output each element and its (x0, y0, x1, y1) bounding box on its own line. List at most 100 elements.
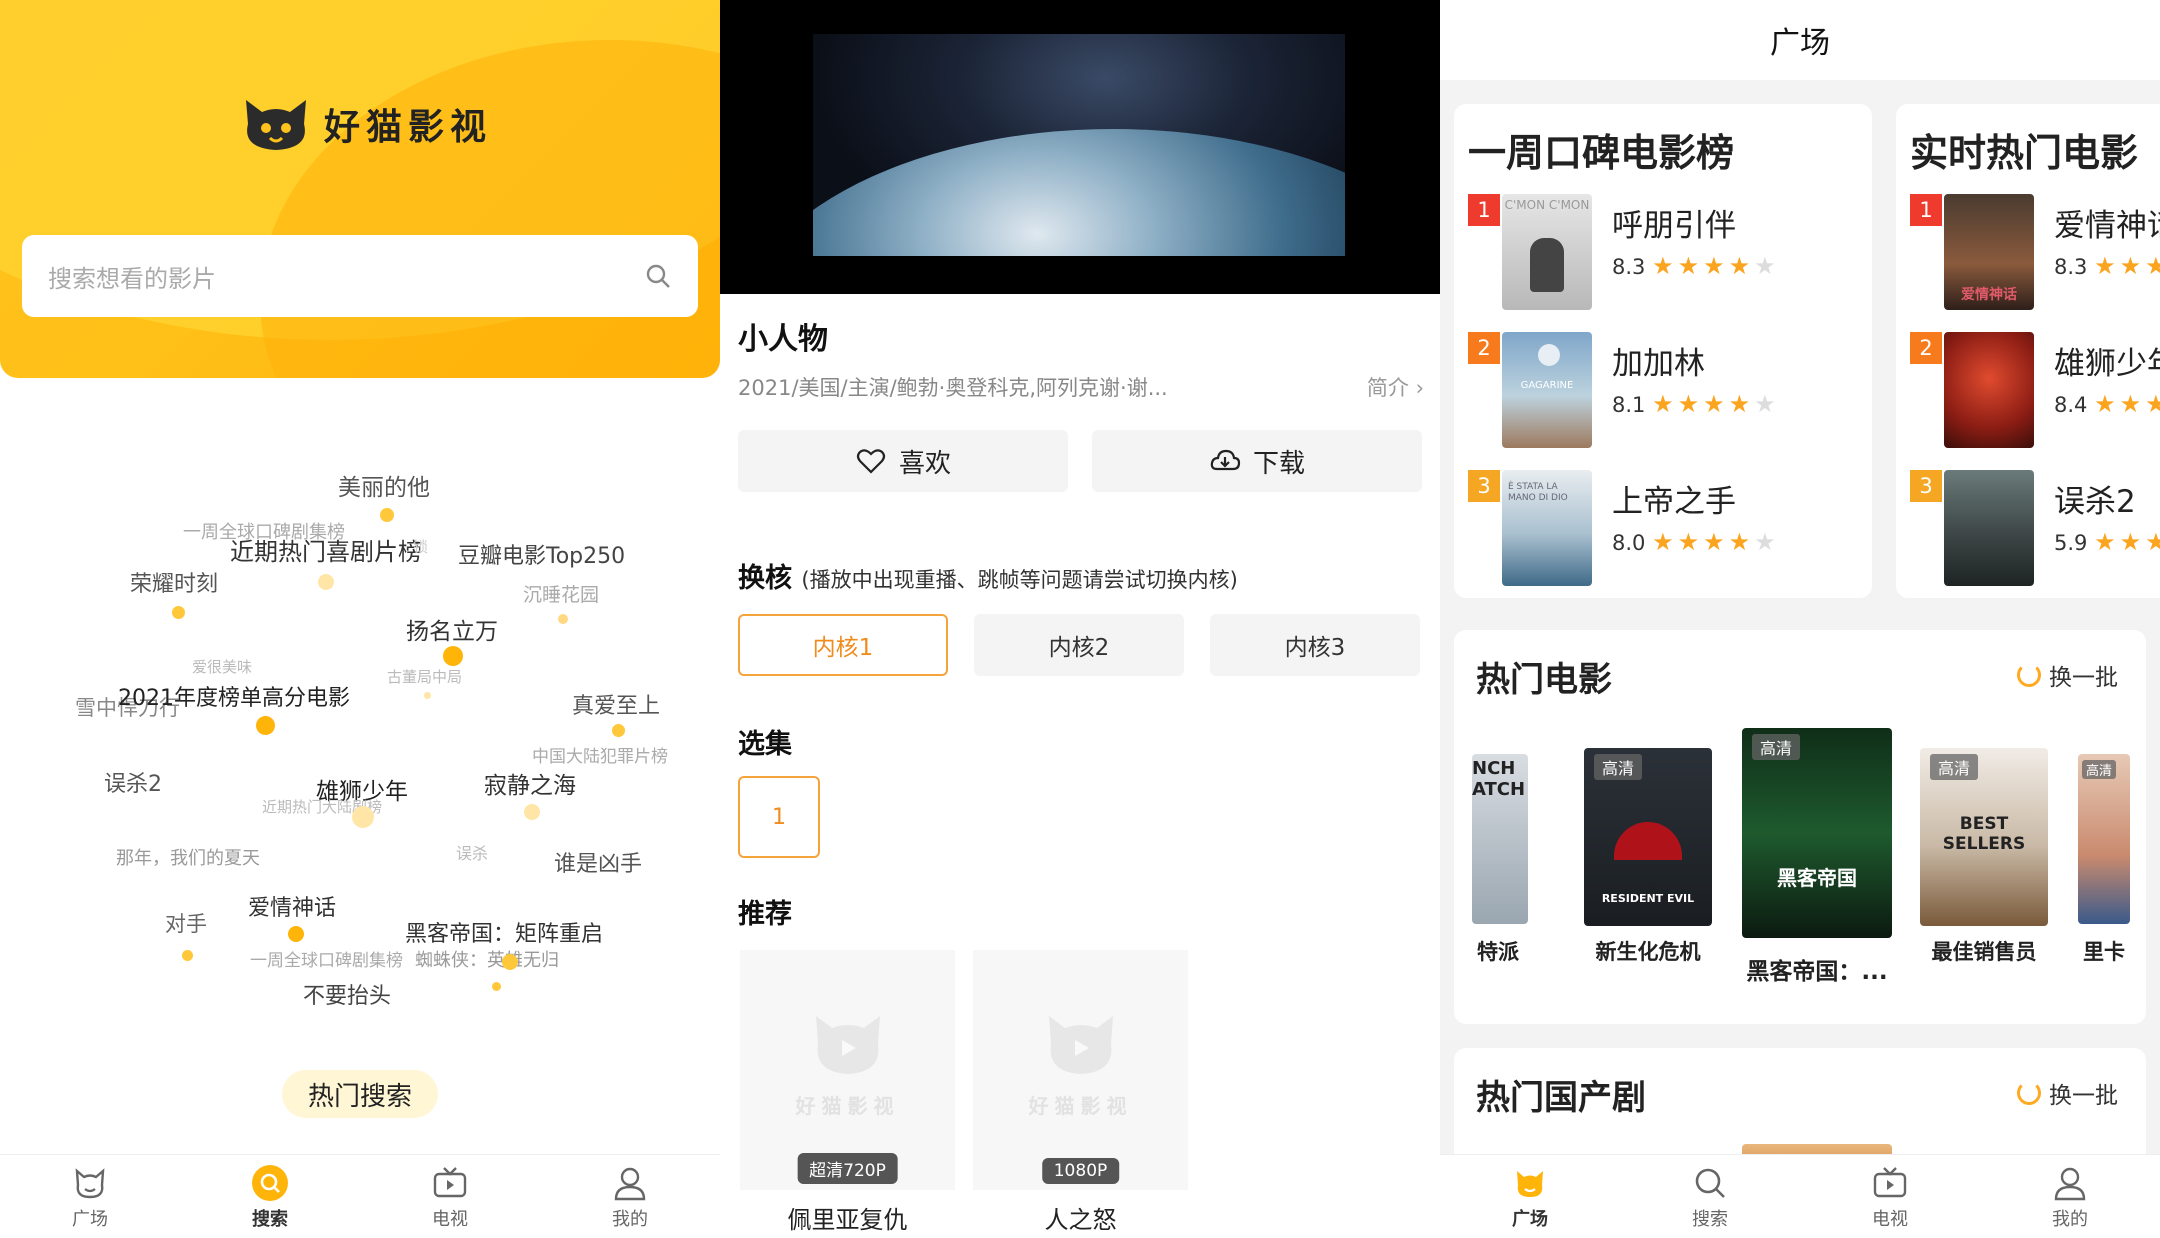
tag-word[interactable]: 锁 (413, 536, 428, 557)
search-input[interactable]: 搜索想看的影片 (22, 235, 698, 317)
tag-word[interactable]: 中国大陆犯罪片榜 (532, 742, 668, 767)
like-button[interactable]: 喜欢 (738, 430, 1068, 492)
movie-poster[interactable]: NCH ATCH (1472, 754, 1528, 924)
placeholder-text: 好猫影视 (1028, 1094, 1133, 1118)
tag-word[interactable]: 对手 (165, 908, 207, 938)
tab-label: 广场 (1512, 1208, 1548, 1230)
video-player[interactable] (720, 0, 1440, 294)
tv-icon (1873, 1166, 1907, 1197)
hd-badge: 高清 (1752, 734, 1801, 760)
intro-link[interactable]: 简介 › (1367, 372, 1424, 402)
movie-name[interactable]: 特派 (1468, 936, 1528, 966)
rank-card-title: 实时热门电影 (1910, 131, 2139, 175)
heart-icon (856, 449, 886, 474)
rank-number: 2 (1468, 332, 1500, 364)
tag-word[interactable]: 豆瓣电影Top250 (458, 538, 625, 570)
tag-word[interactable]: 扬名立万 (406, 612, 498, 646)
tag-word[interactable]: 一周全球口碑剧集榜 (250, 946, 403, 971)
movie-name: 呼朋引伴 (1612, 208, 1736, 244)
movie-poster (1944, 332, 2034, 448)
video-frame (813, 34, 1345, 256)
tag-word[interactable]: 不要抬头 (303, 978, 391, 1010)
tag-word[interactable]: 真爱至上 (572, 688, 660, 720)
movie-score: 8.1 ★★★★★ (1612, 390, 1780, 418)
core-option-1[interactable]: 内核1 (738, 614, 948, 676)
user-icon (614, 1167, 646, 1200)
hot-search-button[interactable]: 热门搜索 (282, 1070, 438, 1118)
tab-label: 电视 (432, 1208, 468, 1230)
movie-score: 8.0 ★★★★★ (1612, 528, 1780, 556)
movie-name[interactable]: 里卡 (2074, 936, 2134, 966)
recommend-title-text[interactable]: 佩里亚复仇 (740, 1200, 955, 1235)
refresh-label: 换一批 (2049, 1083, 2118, 1109)
movie-score: 5.9 ★★★★ (2054, 528, 2160, 556)
refresh-button[interactable]: 换一批 (2017, 1076, 2118, 1110)
tag-word[interactable]: 爱很美味 (192, 656, 252, 677)
hd-badge: 高清 (1594, 754, 1643, 780)
tab-plaza[interactable]: 广场 (0, 1155, 180, 1238)
recommend-title-text[interactable]: 人之怒 (973, 1200, 1188, 1235)
tag-word[interactable]: 寂静之海 (484, 766, 576, 800)
tab-tv[interactable]: 电视 (1800, 1155, 1980, 1238)
core-option-3[interactable]: 内核3 (1210, 614, 1420, 676)
movie-name[interactable]: 新生化危机 (1584, 936, 1712, 966)
tab-search[interactable]: 搜索 (180, 1155, 360, 1238)
tag-word[interactable]: 近期热门喜剧片榜 (230, 532, 422, 567)
tab-mine[interactable]: 我的 (1980, 1155, 2160, 1238)
plaza-top-bar: 广场 (1440, 0, 2160, 80)
movie-meta: 2021/美国/主演/鲍勃·奥登科克,阿列克谢·谢... (738, 376, 1168, 400)
download-button[interactable]: 下载 (1092, 430, 1422, 492)
movie-score: 8.3 ★★★★ (2054, 252, 2160, 280)
section-title: 热门电影 (1476, 660, 1612, 700)
cat-logo-icon (246, 100, 306, 150)
movie-name[interactable]: 最佳销售员 (1920, 936, 2048, 966)
movie-name[interactable]: 黑客帝国：... (1742, 952, 1892, 986)
movie-name: 雄狮少年 (2054, 346, 2160, 382)
tab-search[interactable]: 搜索 (1620, 1155, 1800, 1238)
tag-word[interactable]: 爱情神话 (248, 890, 336, 922)
movie-poster[interactable]: 高清 黑客帝国 (1742, 728, 1892, 938)
quality-badge: 超清720P (797, 1153, 898, 1184)
page-title: 广场 (1770, 26, 1830, 61)
core-option-2[interactable]: 内核2 (974, 614, 1184, 676)
tab-tv[interactable]: 电视 (360, 1155, 540, 1238)
rank-card-title: 一周口碑电影榜 (1468, 131, 1735, 175)
search-icon[interactable] (644, 262, 672, 290)
tag-word[interactable]: 蜘蛛侠：英雄无归 (415, 946, 559, 972)
episode-button[interactable]: 1 (738, 776, 820, 858)
tag-word[interactable]: 古董局中局 (387, 666, 462, 687)
tag-word[interactable]: 那年，我们的夏天 (116, 844, 260, 870)
tag-word[interactable]: 误杀 (456, 840, 488, 864)
tag-word[interactable]: 谁是凶手 (554, 846, 642, 878)
tag-word[interactable]: 美丽的他 (338, 468, 430, 502)
tab-label: 广场 (72, 1208, 108, 1230)
refresh-button[interactable]: 换一批 (2017, 658, 2118, 692)
app-logo: 好猫影视 (240, 92, 492, 156)
movie-poster[interactable]: 高清 (2078, 754, 2130, 924)
movie-score: 8.3 ★★★★★ (1612, 252, 1780, 280)
movie-poster: 爱情神话 (1944, 194, 2034, 310)
tab-plaza[interactable]: 广场 (1440, 1155, 1620, 1238)
tag-word[interactable]: 2021年度榜单高分电影 (118, 680, 350, 712)
movie-poster[interactable]: 高清 BEST SELLERS (1920, 748, 2048, 926)
tv-icon (433, 1166, 467, 1197)
hd-badge: 高清 (2082, 760, 2117, 779)
tag-word[interactable]: 误杀2 (104, 766, 162, 798)
star-rating: ★★★★★ (1652, 528, 1780, 556)
tab-label: 搜索 (252, 1208, 288, 1230)
cat-placeholder-icon (1049, 1016, 1113, 1074)
movie-poster: GAGARINE (1502, 332, 1592, 448)
recommend-card[interactable]: 好猫影视 超清720P (740, 950, 955, 1190)
tag-word[interactable]: 黑客帝国：矩阵重启 (405, 916, 603, 948)
core-title: 换核 (738, 563, 792, 594)
user-icon (2054, 1167, 2086, 1200)
recommend-card[interactable]: 好猫影视 1080P (973, 950, 1188, 1190)
tag-word[interactable]: 沉睡花园 (523, 580, 599, 607)
hot-search-cloud: 美丽的他 一周全球口碑剧集榜 近期热门喜剧片榜 锁 荣耀时刻 豆瓣电影Top25… (0, 400, 720, 1120)
tab-mine[interactable]: 我的 (540, 1155, 720, 1238)
recommend-title: 推荐 (738, 899, 792, 930)
hot-movies-card: 热门电影 换一批 NCH ATCH 特派 高清 RESIDENT EVIL 新生… (1454, 630, 2146, 1024)
tag-word[interactable]: 荣耀时刻 (130, 566, 218, 598)
movie-poster[interactable]: 高清 RESIDENT EVIL (1584, 748, 1712, 926)
tab-label: 搜索 (1692, 1208, 1728, 1230)
